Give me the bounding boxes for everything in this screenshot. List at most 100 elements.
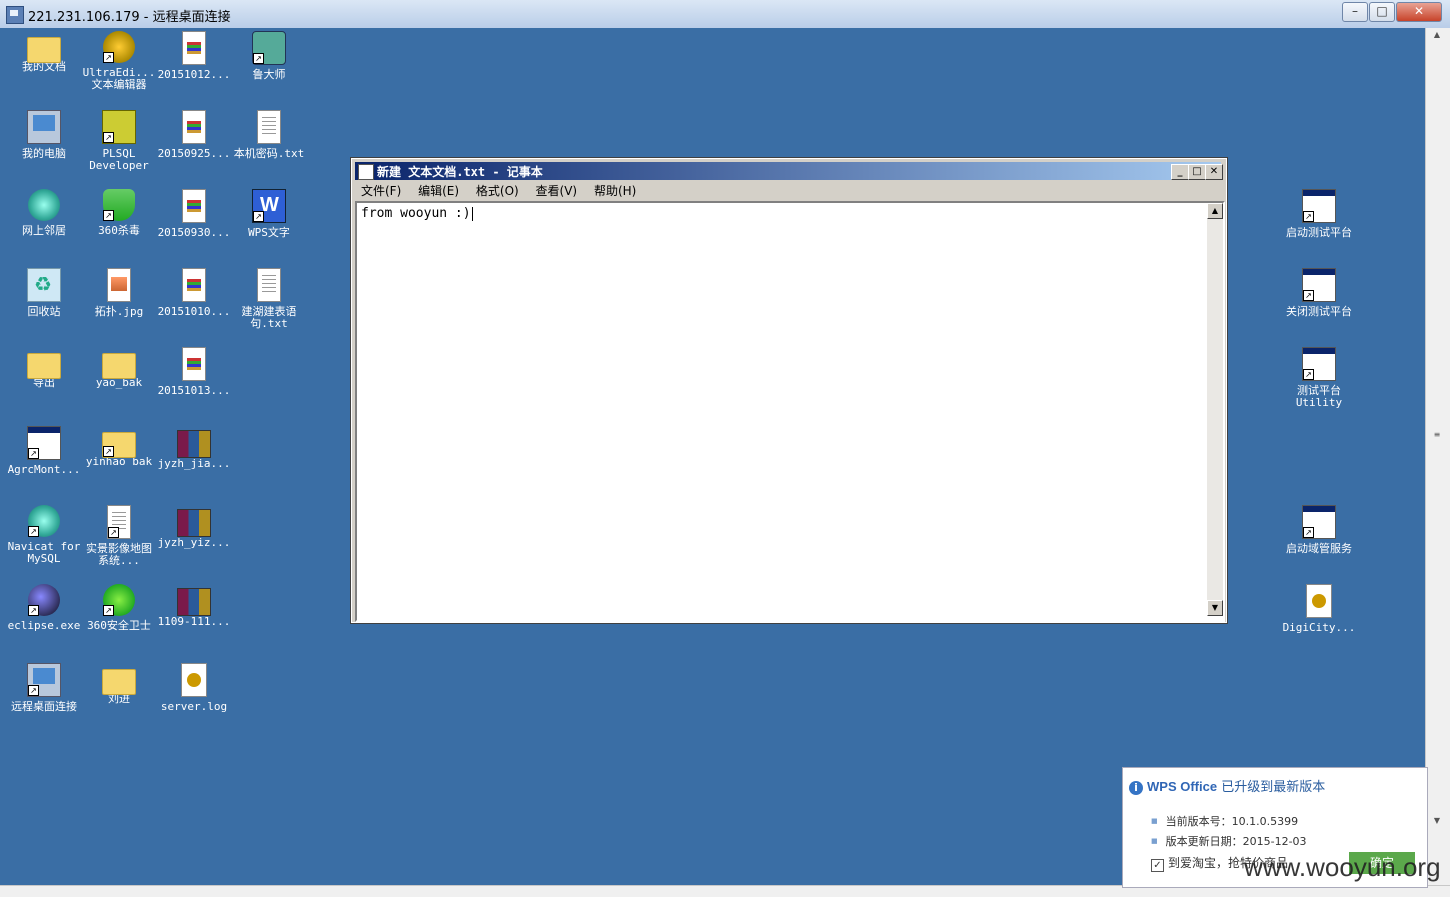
desktop-icon[interactable]: ↗ 鲁大师 — [231, 31, 307, 81]
desktop-icon-label: 20151012... — [157, 68, 231, 81]
scroll-grip-icon[interactable]: ≡ — [1429, 430, 1445, 444]
rdp-vertical-scrollbar[interactable]: ▲ ≡ ▼ — [1425, 28, 1450, 886]
remote-desktop-icon: ↗ — [27, 663, 61, 697]
desktop-icon-label: 本机密码.txt — [233, 147, 305, 160]
scroll-up-arrow-icon[interactable]: ▲ — [1429, 30, 1445, 44]
close-button[interactable]: ✕ — [1396, 2, 1442, 22]
maximize-button[interactable]: □ — [1369, 2, 1395, 22]
desktop-icon[interactable]: ↗ 测试平台Utility — [1281, 347, 1357, 409]
menu-help[interactable]: 帮助(H) — [588, 181, 642, 200]
desktop-icon-label: AgrcMont... — [7, 463, 81, 476]
scroll-down-arrow-icon[interactable]: ▼ — [1207, 600, 1223, 616]
desktop-icon[interactable]: 回收站 — [6, 268, 82, 318]
desktop-icon-label: 20150925... — [157, 147, 231, 160]
shortcut-arrow-icon: ↗ — [253, 53, 264, 64]
menu-edit[interactable]: 编辑(E) — [412, 181, 465, 200]
desktop-icon[interactable]: jyzh_jia... — [156, 426, 232, 470]
notepad-menu-bar: 文件(F) 编辑(E) 格式(O) 查看(V) 帮助(H) — [355, 181, 1221, 199]
desktop-icon[interactable]: ↗ 360安全卫士 — [81, 584, 157, 632]
desktop-icon[interactable]: yao_bak — [81, 347, 157, 389]
desktop-icon[interactable]: ↗ yinhao bak — [81, 426, 157, 468]
desktop-icon[interactable]: 1109-111... — [156, 584, 232, 628]
text-file-icon — [257, 110, 281, 144]
scroll-up-arrow-icon[interactable]: ▲ — [1207, 203, 1223, 219]
desktop-icon[interactable]: DigiCity... — [1281, 584, 1357, 634]
desktop-icon[interactable]: ↗ eclipse.exe — [6, 584, 82, 632]
desktop-icon[interactable]: 20151012... — [156, 31, 232, 81]
desktop-icon-label: 20151010... — [157, 305, 231, 318]
scroll-down-arrow-icon[interactable]: ▼ — [1429, 816, 1445, 830]
menu-format[interactable]: 格式(O) — [470, 181, 525, 200]
menu-view[interactable]: 查看(V) — [530, 181, 584, 200]
minimize-button[interactable]: – — [1342, 2, 1368, 22]
folder-icon — [27, 353, 61, 379]
desktop-icon-label: WPS文字 — [248, 226, 290, 239]
desktop-icon[interactable]: 拓扑.jpg — [81, 268, 157, 318]
doc-file-icon — [182, 110, 206, 144]
desktop-icon-label: 1109-111... — [157, 615, 231, 628]
shortcut-arrow-icon: ↗ — [28, 448, 39, 459]
notepad-minimize-button[interactable]: _ — [1171, 164, 1189, 180]
desktop-icon[interactable]: jyzh_yiz... — [156, 505, 232, 549]
desktop-icon[interactable]: ↗ WPS文字 — [231, 189, 307, 239]
desktop-icon[interactable]: ↗ AgrcMont... — [6, 426, 82, 476]
desktop-icon[interactable]: server.log — [156, 663, 232, 713]
desktop-icon[interactable]: 导出 — [6, 347, 82, 389]
desktop-icon-label: 360杀毒 — [98, 224, 140, 237]
notepad-title-bar[interactable]: 新建 文本文档.txt - 记事本 _ □ ✕ — [355, 162, 1223, 180]
menu-file[interactable]: 文件(F) — [355, 181, 407, 200]
notepad-maximize-button[interactable]: □ — [1188, 164, 1206, 180]
shortcut-arrow-icon: ↗ — [103, 605, 114, 616]
desktop-icon[interactable]: 20150925... — [156, 110, 232, 160]
checkbox-checked-icon[interactable]: ✓ — [1151, 859, 1164, 872]
shortcut-arrow-icon: ↗ — [1303, 527, 1314, 538]
desktop-icon[interactable]: 网上邻居 — [6, 189, 82, 237]
desktop-icon-label: 测试平台Utility — [1295, 384, 1343, 409]
desktop-icon[interactable]: ↗ UltraEdi... 文本编辑器 — [81, 31, 157, 91]
wps-writer-icon: ↗ — [252, 189, 286, 223]
notepad-content: from wooyun :) — [361, 206, 471, 221]
rar-archive-icon — [177, 588, 211, 616]
desktop-icon[interactable]: ↗ 启动测试平台 — [1281, 189, 1357, 239]
doc-file-icon — [182, 189, 206, 223]
desktop-icon[interactable]: ↗ PLSQL Developer — [81, 110, 157, 172]
desktop-icon[interactable]: ↗ 关闭测试平台 — [1281, 268, 1357, 318]
image-file-icon — [107, 268, 131, 302]
desktop-icon[interactable]: ↗ 远程桌面连接 — [6, 663, 82, 713]
desktop-icon[interactable]: 20151010... — [156, 268, 232, 318]
shortcut-arrow-icon: ↗ — [103, 446, 114, 457]
desktop-icon-label: 网上邻居 — [22, 224, 66, 237]
notepad-text-area[interactable]: from wooyun :) ▲ ▼ — [355, 201, 1225, 622]
desktop-icon-label: 20150930... — [157, 226, 231, 239]
notepad-window[interactable]: 新建 文本文档.txt - 记事本 _ □ ✕ 文件(F) 编辑(E) 格式(O… — [350, 157, 1228, 624]
app-window-icon: ↗ — [27, 426, 61, 460]
doc-file-icon — [182, 31, 206, 65]
network-icon — [28, 189, 60, 221]
log-file-icon — [1306, 584, 1332, 618]
desktop-icon[interactable]: 建湖建表语句.txt — [231, 268, 307, 330]
desktop-icon[interactable]: ↗ 实景影像地图系统... — [81, 505, 157, 567]
desktop-icon[interactable]: 刘进 — [81, 663, 157, 705]
360-safeguard-icon: ↗ — [103, 584, 135, 616]
desktop-icon-label: server.log — [160, 700, 228, 713]
notepad-close-button[interactable]: ✕ — [1205, 164, 1223, 180]
desktop-icon[interactable]: 20151013... — [156, 347, 232, 397]
window-title: 221.231.106.179 - 远程桌面连接 — [28, 10, 231, 25]
doc-file-icon — [182, 347, 206, 381]
desktop-icon[interactable]: 本机密码.txt — [231, 110, 307, 160]
desktop-icon[interactable]: ↗ Navicat for MySQL — [6, 505, 82, 565]
desktop-icon[interactable]: 我的文档 — [6, 31, 82, 73]
desktop-icon[interactable]: ↗ 360杀毒 — [81, 189, 157, 237]
desktop-icon[interactable]: 20150930... — [156, 189, 232, 239]
desktop-icon[interactable]: 我的电脑 — [6, 110, 82, 160]
wps-version: 当前版本号：10.1.0.5399 — [1151, 813, 1298, 829]
word-doc-icon: ↗ — [107, 505, 131, 539]
desktop-icon-label: DigiCity... — [1282, 621, 1356, 634]
shortcut-arrow-icon: ↗ — [28, 685, 39, 696]
desktop-icon-label: Navicat for MySQL — [7, 540, 81, 565]
shortcut-arrow-icon: ↗ — [108, 527, 119, 538]
desktop-icon[interactable]: ↗ 启动域管服务 — [1281, 505, 1357, 555]
doc-file-icon — [182, 268, 206, 302]
360-antivirus-icon: ↗ — [103, 189, 135, 221]
notepad-vertical-scrollbar[interactable]: ▲ ▼ — [1207, 203, 1223, 616]
